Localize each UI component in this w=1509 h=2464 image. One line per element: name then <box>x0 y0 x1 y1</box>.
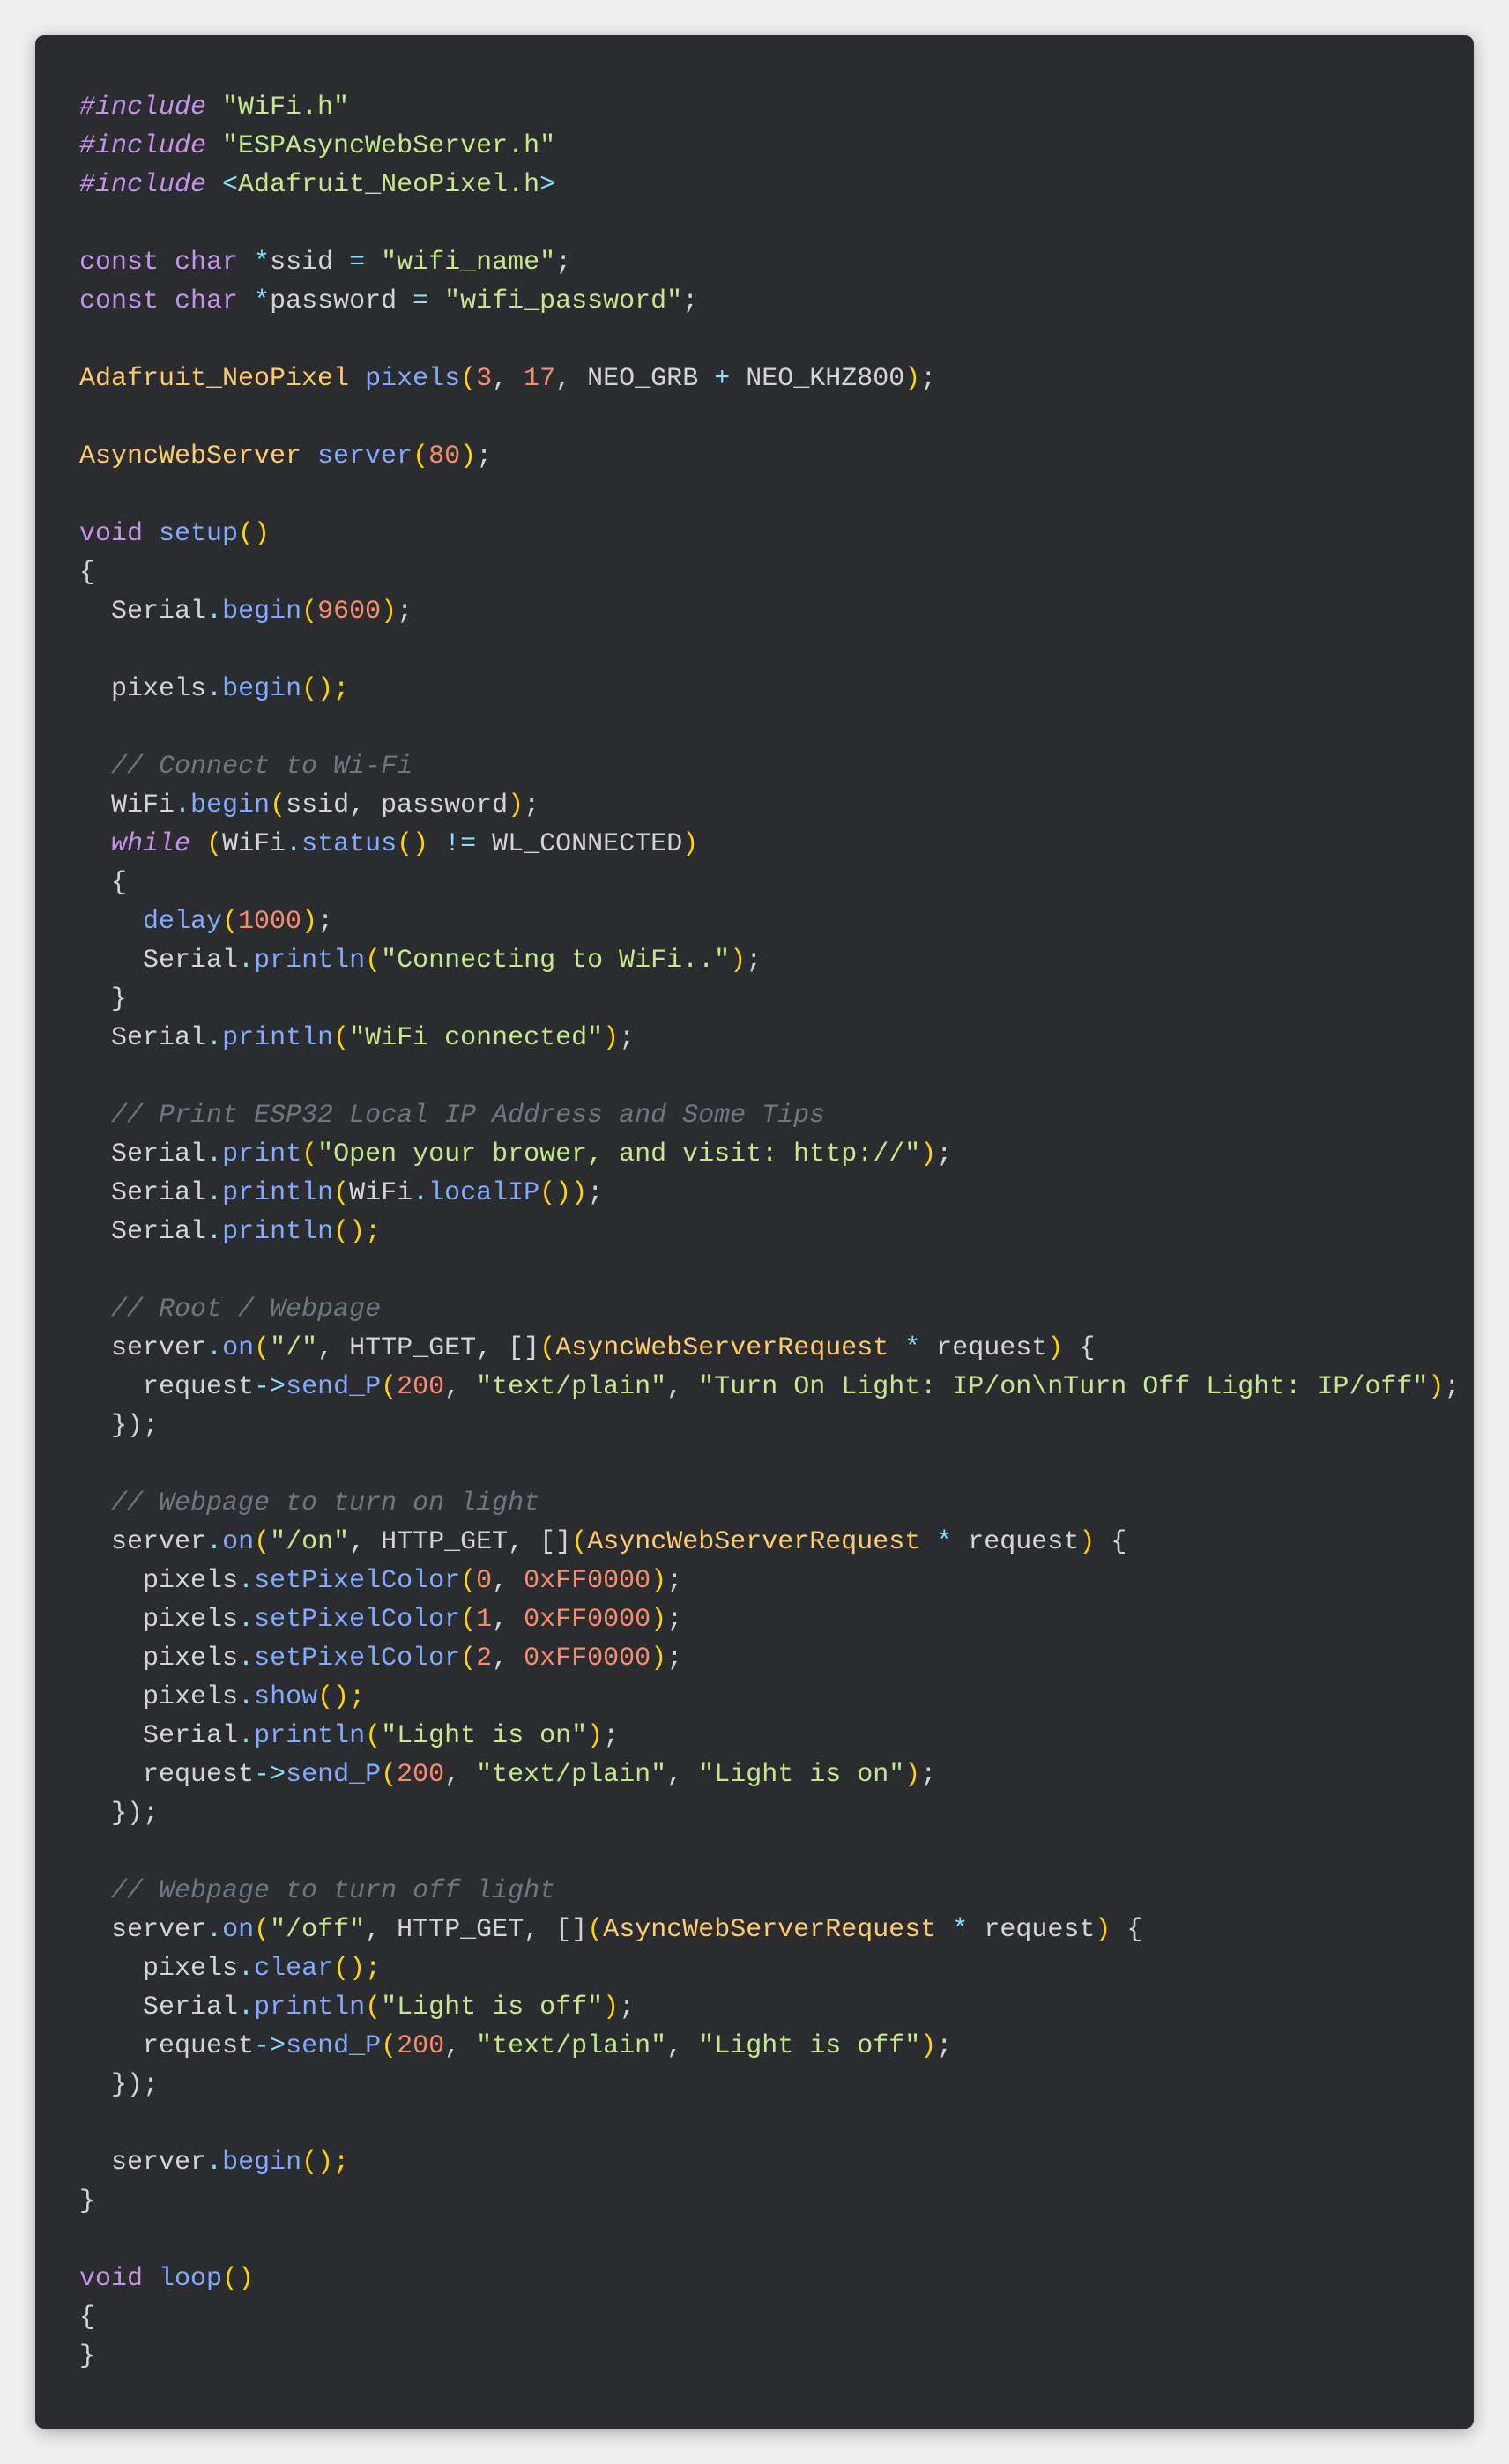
code-line: // Connect to Wi-Fi <box>79 752 413 782</box>
code-line: }); <box>79 2070 159 2100</box>
code-line: request->send_P(200, "text/plain", "Turn… <box>79 1372 1460 1402</box>
code-line: pixels.setPixelColor(0, 0xFF0000); <box>79 1566 682 1596</box>
code-line: // Webpage to turn off light <box>79 1876 555 1906</box>
code-line: pixels.show(); <box>79 1682 365 1712</box>
code-line: Serial.println("Connecting to WiFi.."); <box>79 946 762 976</box>
code-line: request->send_P(200, "text/plain", "Ligh… <box>79 2031 952 2061</box>
code-line: server.on("/", HTTP_GET, [](AsyncWebServ… <box>79 1333 1095 1363</box>
code-line: Serial.print("Open your brower, and visi… <box>79 1139 952 1169</box>
code-line: // Print ESP32 Local IP Address and Some… <box>79 1101 825 1131</box>
code-line: WiFi.begin(ssid, password); <box>79 790 539 820</box>
code-line: server.begin(); <box>79 2148 349 2178</box>
code-line: } <box>79 2186 95 2216</box>
code-line: server.on("/off", HTTP_GET, [](AsyncWebS… <box>79 1915 1142 1945</box>
code-line: }); <box>79 1799 159 1829</box>
code-line: #include <Adafruit_NeoPixel.h> <box>79 170 555 200</box>
code-line: } <box>79 984 127 1014</box>
code-line: pixels.clear(); <box>79 1954 381 1984</box>
code-line: Adafruit_NeoPixel pixels(3, 17, NEO_GRB … <box>79 364 936 394</box>
code-line: pixels.begin(); <box>79 674 349 704</box>
code-line: pixels.setPixelColor(2, 0xFF0000); <box>79 1644 682 1674</box>
code-line: Serial.begin(9600); <box>79 597 413 627</box>
code-line: { <box>79 558 95 588</box>
code-line: Serial.println(); <box>79 1217 381 1247</box>
code-line: // Root / Webpage <box>79 1295 381 1325</box>
code-line: request->send_P(200, "text/plain", "Ligh… <box>79 1760 936 1790</box>
code-line: AsyncWebServer server(80); <box>79 442 492 471</box>
code-line: { <box>79 2303 95 2333</box>
code-line: // Webpage to turn on light <box>79 1488 539 1518</box>
code-line: Serial.println("WiFi connected"); <box>79 1023 635 1053</box>
code-line: pixels.setPixelColor(1, 0xFF0000); <box>79 1605 682 1635</box>
code-line: #include "ESPAsyncWebServer.h" <box>79 131 555 161</box>
code-line: while (WiFi.status() != WL_CONNECTED) <box>79 829 698 859</box>
code-line: Serial.println("Light is off"); <box>79 1993 635 2022</box>
code-line: }); <box>79 1411 159 1441</box>
code-line: } <box>79 2342 95 2371</box>
code-line: Serial.println(WiFi.localIP()); <box>79 1178 603 1208</box>
code-line: void setup() <box>79 519 270 549</box>
code-line: { <box>79 868 127 898</box>
code-line: delay(1000); <box>79 907 333 937</box>
code-line: server.on("/on", HTTP_GET, [](AsyncWebSe… <box>79 1527 1126 1557</box>
code-line: #include "WiFi.h" <box>79 93 349 122</box>
code-frame: #include "WiFi.h" #include "ESPAsyncWebS… <box>0 0 1509 2464</box>
code-line: Serial.println("Light is on"); <box>79 1721 619 1751</box>
code-line: const char *password = "wifi_password"; <box>79 286 698 316</box>
code-line: const char *ssid = "wifi_name"; <box>79 248 571 278</box>
code-line: void loop() <box>79 2264 254 2294</box>
code-block: #include "WiFi.h" #include "ESPAsyncWebS… <box>35 35 1474 2429</box>
